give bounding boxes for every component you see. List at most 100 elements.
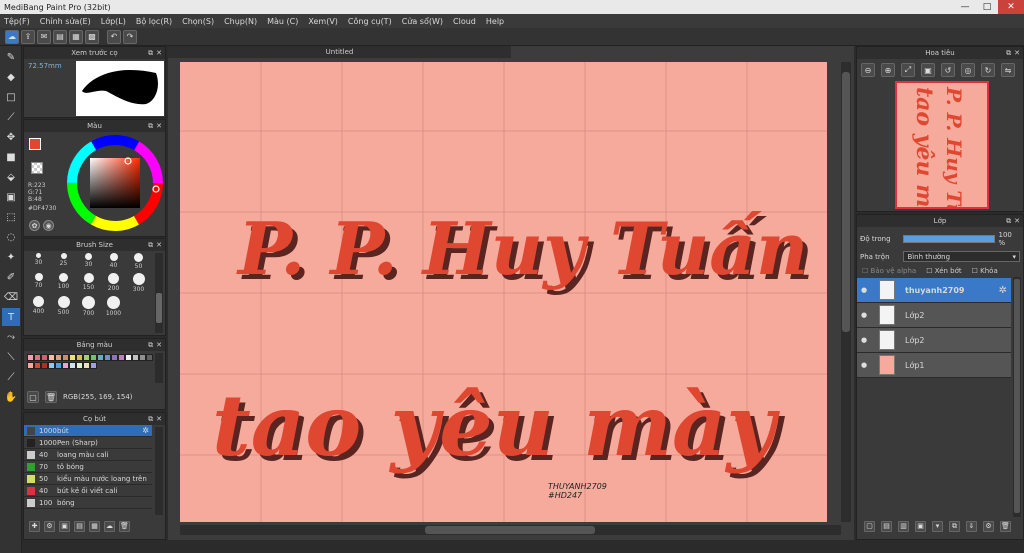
layer-item[interactable]: ● Lớp2	[857, 303, 1011, 328]
brush-cloud-icon[interactable]: ☁	[104, 520, 115, 532]
menu-tools[interactable]: Công cụ(T)	[348, 17, 392, 26]
color-wheel-mode-icon[interactable]: ✿	[29, 220, 40, 231]
brush-copy-icon[interactable]: ▤	[74, 520, 85, 532]
new-halftone-layer-icon[interactable]: ▤	[881, 520, 892, 532]
flip-icon[interactable]: ⇋	[1001, 63, 1015, 77]
brush-size-option[interactable]: 25	[51, 253, 76, 270]
layer-settings-icon[interactable]: ⚙	[983, 520, 994, 532]
close-panel-icon[interactable]: ✕	[1014, 49, 1020, 57]
brush-list-item[interactable]: 50 kiểu màu nước loang trên	[24, 473, 152, 485]
menu-window[interactable]: Cửa sổ(W)	[402, 17, 443, 26]
new-layer-8bit-icon[interactable]: ▥	[898, 520, 909, 532]
palette-swatch[interactable]	[34, 362, 41, 369]
menu-color[interactable]: Màu (C)	[267, 17, 298, 26]
document-tab[interactable]: Untitled	[168, 46, 511, 58]
palette-swatch[interactable]	[125, 354, 132, 361]
eraser-tool-icon[interactable]: ◆	[2, 68, 20, 86]
popout-icon[interactable]: ⧉	[148, 415, 153, 424]
menu-snap[interactable]: Chụp(N)	[224, 17, 257, 26]
palette-swatch[interactable]	[83, 362, 90, 369]
palette-swatch[interactable]	[132, 354, 139, 361]
layer-item[interactable]: ● Lớp2	[857, 328, 1011, 353]
clipping-checkbox[interactable]: ☐ Xén bớt	[926, 267, 961, 275]
close-panel-icon[interactable]: ✕	[156, 415, 162, 423]
palette-swatch[interactable]	[76, 362, 83, 369]
panel-icon[interactable]: ▦	[69, 29, 83, 44]
minimize-button[interactable]: —	[954, 0, 976, 14]
select-eraser-icon[interactable]: ⌫	[2, 288, 20, 306]
brush-size-option[interactable]: 30	[76, 253, 101, 270]
popout-icon[interactable]: ⧉	[148, 49, 153, 58]
palette-swatch[interactable]	[90, 362, 97, 369]
canvas-vertical-scrollbar[interactable]	[841, 62, 851, 522]
duplicate-layer-icon[interactable]: ⧉	[949, 520, 960, 532]
menu-cloud[interactable]: Cloud	[453, 17, 476, 26]
palette-swatch[interactable]	[34, 354, 41, 361]
palette-swatch[interactable]	[97, 354, 104, 361]
palette-swatch[interactable]	[76, 354, 83, 361]
add-brush-icon[interactable]: ✚	[29, 520, 40, 532]
grid-icon[interactable]: ▩	[85, 29, 99, 44]
brush-list-item[interactable]: 1000 bút ✲	[24, 425, 152, 437]
visibility-icon[interactable]: ●	[857, 336, 871, 344]
select-pen-icon[interactable]: ✐	[2, 268, 20, 286]
zoom-in-icon[interactable]: ⊕	[881, 63, 895, 77]
brush-size-option[interactable]: 700	[76, 296, 101, 317]
lock-checkbox[interactable]: ☐ Khóa	[972, 267, 998, 275]
merge-layer-icon[interactable]: ⇓	[966, 520, 977, 532]
palette-swatch[interactable]	[55, 362, 62, 369]
palette-swatch[interactable]	[27, 362, 34, 369]
cloud-icon[interactable]: ☁	[5, 29, 19, 44]
visibility-icon[interactable]: ●	[857, 311, 871, 319]
brush-size-option[interactable]: 500	[51, 296, 76, 317]
brush-size-option[interactable]: 40	[101, 253, 126, 270]
palette-swatch[interactable]	[48, 354, 55, 361]
brush-group-icon[interactable]: ▦	[89, 520, 100, 532]
eyedropper-icon[interactable]: ⟋	[2, 368, 20, 386]
text-tool-icon[interactable]: T	[2, 308, 20, 326]
palette-swatch[interactable]	[27, 354, 34, 361]
close-panel-icon[interactable]: ✕	[156, 241, 162, 249]
palette-swatch[interactable]	[69, 362, 76, 369]
add-palette-color-icon[interactable]: ▢	[27, 391, 39, 403]
palette-swatch[interactable]	[62, 354, 69, 361]
palette-swatch[interactable]	[41, 354, 48, 361]
blur-tool-icon[interactable]: ⟋	[2, 108, 20, 126]
palette-swatch[interactable]	[41, 362, 48, 369]
close-button[interactable]: ✕	[998, 0, 1024, 14]
popout-icon[interactable]: ⧉	[1006, 49, 1011, 58]
menu-help[interactable]: Help	[486, 17, 504, 26]
gear-icon[interactable]: ✲	[142, 426, 149, 435]
reset-rotation-icon[interactable]: ◎	[961, 63, 975, 77]
fit-screen-icon[interactable]: ⤢	[901, 63, 915, 77]
fill-tool-icon[interactable]: ⬙	[2, 168, 20, 186]
shape-tool-icon[interactable]: ■	[2, 148, 20, 166]
brush-settings-icon[interactable]: ⚙	[44, 520, 55, 532]
divide-tool-icon[interactable]: ⟍	[2, 348, 20, 366]
brush-list-item[interactable]: 40 bút kẻ ối viết cali	[24, 485, 152, 497]
delete-palette-color-icon[interactable]: 🗑	[45, 391, 57, 403]
menu-file[interactable]: Tệp(F)	[4, 17, 30, 26]
popout-icon[interactable]: ⧉	[148, 341, 153, 350]
rotate-right-icon[interactable]: ↻	[981, 63, 995, 77]
palette-swatch[interactable]	[83, 354, 90, 361]
palette-swatch[interactable]	[139, 354, 146, 361]
hand-tool-icon[interactable]: ✋	[2, 388, 20, 406]
brush-size-option[interactable]: 400	[26, 296, 51, 317]
lasso-tool-icon[interactable]: ◌	[2, 228, 20, 246]
drawing-canvas[interactable]: P. P. Huy Tuấn P. P. Huy Tuấn tao yêu mà…	[180, 62, 827, 522]
brush-list-scrollbar[interactable]	[155, 427, 163, 515]
blend-mode-select[interactable]: Bình thường ▾	[903, 251, 1020, 262]
palette-swatch[interactable]	[146, 354, 153, 361]
visibility-icon[interactable]: ●	[857, 361, 871, 369]
menu-view[interactable]: Xem(V)	[308, 17, 338, 26]
new-folder-icon[interactable]: ▣	[915, 520, 926, 532]
operation-tool-icon[interactable]: ⤳	[2, 328, 20, 346]
new-layer-icon[interactable]: ▢	[864, 520, 875, 532]
select-tool-icon[interactable]: ⬚	[2, 208, 20, 226]
color-picker-mode-icon[interactable]: ◉	[43, 220, 54, 231]
popout-icon[interactable]: ⧉	[1006, 217, 1011, 226]
palette-swatch[interactable]	[69, 354, 76, 361]
rotate-left-icon[interactable]: ↺	[941, 63, 955, 77]
palette-swatch[interactable]	[111, 354, 118, 361]
